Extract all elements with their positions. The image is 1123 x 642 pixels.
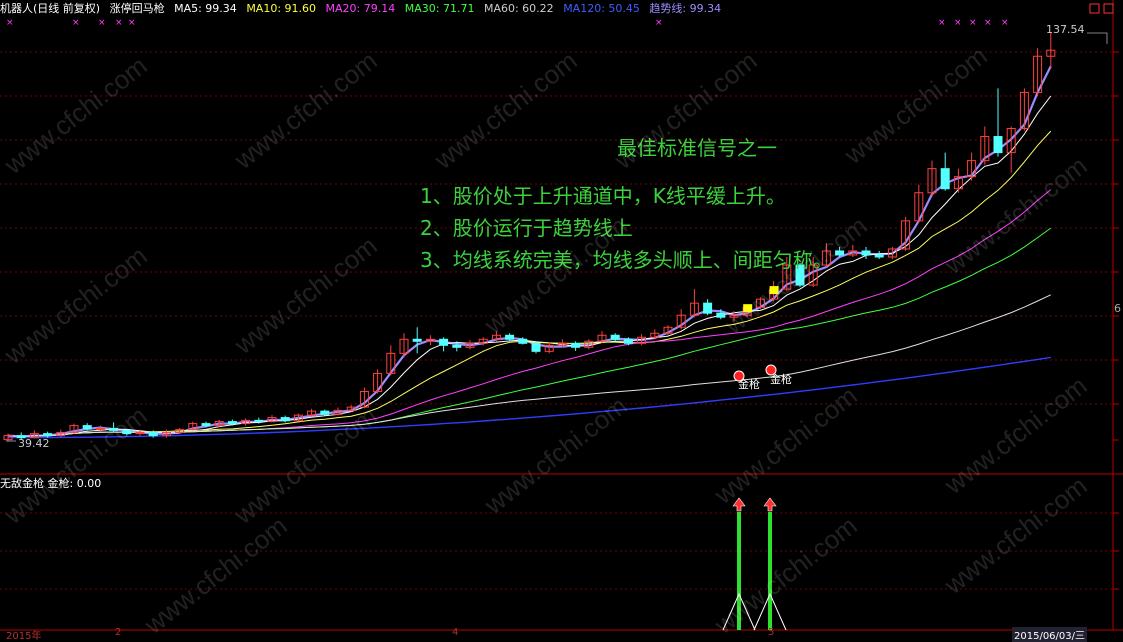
ma10-label: MA10: 91.60	[246, 2, 317, 15]
indicator-name[interactable]: 涨停回马枪	[110, 2, 165, 15]
marker-x: ×	[115, 18, 123, 28]
candle-body	[254, 419, 264, 423]
marker-x: ×	[938, 18, 946, 28]
candle-body	[571, 342, 581, 348]
candle-body	[623, 338, 633, 344]
candle-body	[43, 433, 53, 437]
annotation-line-1: 1、股价处于上升通道中，K线平缓上升。	[420, 184, 786, 208]
candle-body	[439, 338, 449, 346]
marker-x: ×	[954, 18, 962, 28]
chart-header: 机器人(日线 前复权) 涨停回马枪 MA5: 99.34 MA10: 91.60…	[0, 0, 727, 18]
marker-x: ×	[72, 18, 80, 28]
marker-x: ×	[6, 18, 14, 28]
candle-body	[452, 344, 462, 348]
high-price-label: 137.54	[1046, 23, 1085, 36]
axis-label-5: 2015/06/03/三	[1012, 627, 1088, 642]
axis-label-3: 4	[452, 627, 459, 638]
candle-body	[703, 302, 713, 314]
ma120-label: MA120: 50.45	[563, 2, 640, 15]
ma30-label: MA30: 71.71	[404, 2, 475, 15]
signal-label-1: 金枪	[738, 378, 760, 391]
ma5-label: MA5: 99.34	[174, 2, 237, 15]
annotation-line-3: 3、均线系统完美，均线多头顺上、间距匀称。	[420, 248, 833, 272]
low-price-label: 39.42	[18, 437, 50, 450]
ma60-label: MA60: 60.22	[483, 2, 554, 15]
marker-x: ×	[98, 18, 106, 28]
candle-body	[505, 334, 515, 340]
candle-body	[518, 338, 528, 344]
ma20-label: MA20: 79.14	[325, 2, 396, 15]
candle-body	[531, 342, 541, 352]
candle-body	[201, 423, 211, 427]
marker-x: ×	[655, 18, 663, 28]
axis-label-4: 5	[768, 627, 775, 638]
right-edge-label: 6	[1114, 302, 1121, 315]
axis-label-2: 2	[115, 627, 122, 638]
marker-x: ×	[128, 18, 136, 28]
candle-body	[610, 334, 620, 340]
price-grid	[0, 0, 1123, 639]
signal-label-2: 金枪	[770, 373, 792, 386]
kline-chart[interactable]: × × × × × × × × × × ×	[0, 0, 1123, 639]
stock-title[interactable]: 机器人(日线 前复权)	[0, 2, 100, 15]
trendline-label: 趋势线: 99.34	[649, 2, 722, 15]
candle-body	[412, 338, 422, 342]
marker-x: ×	[1001, 18, 1009, 28]
candle-body	[227, 421, 237, 425]
candle-body	[82, 425, 92, 430]
marker-x: ×	[969, 18, 977, 28]
marker-x: ×	[984, 18, 992, 28]
candle-body	[148, 431, 158, 437]
candle-body	[280, 417, 290, 422]
axis-label-1: 2015年	[6, 631, 42, 642]
candle-body	[320, 410, 330, 415]
candle-body	[993, 136, 1003, 154]
